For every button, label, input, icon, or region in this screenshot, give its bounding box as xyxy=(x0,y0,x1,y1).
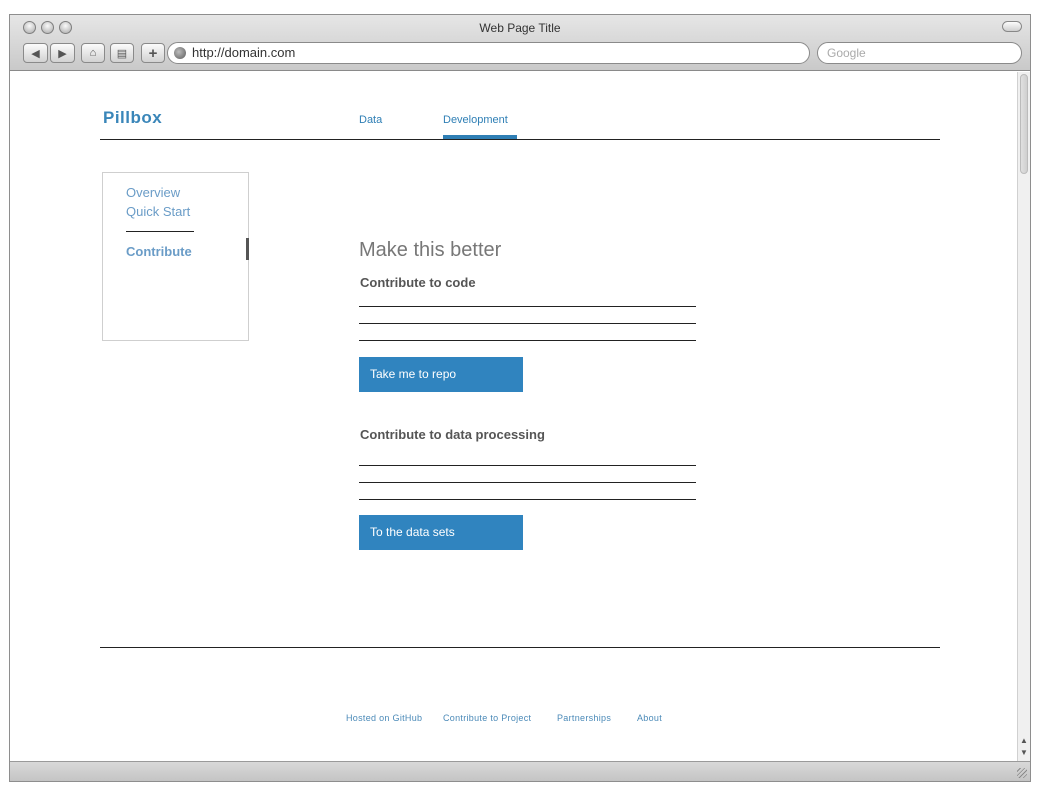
status-bar xyxy=(10,761,1030,781)
scroll-down-icon[interactable]: ▼ xyxy=(1019,748,1029,757)
scrollbar-thumb[interactable] xyxy=(1020,74,1028,174)
back-arrow-icon: ◀ xyxy=(31,47,40,60)
forward-arrow-icon: ▶ xyxy=(58,47,67,60)
search-field[interactable]: Google xyxy=(817,42,1022,64)
sidebar-active-marker xyxy=(246,238,249,260)
back-button[interactable]: ◀ xyxy=(23,43,48,63)
sidebar-nav: Overview Quick Start Contribute xyxy=(102,172,249,341)
nav-data[interactable]: Data xyxy=(359,114,382,126)
footer-divider xyxy=(100,647,940,648)
section-title-code: Contribute to code xyxy=(360,275,476,290)
browser-titlebar: Web Page Title ◀ ▶ ⌂ ▤ + http://domain.c… xyxy=(10,15,1030,71)
nav-development[interactable]: Development xyxy=(443,114,508,126)
print-button[interactable]: ▤ xyxy=(110,43,134,63)
vertical-scrollbar[interactable]: ▲ ▼ xyxy=(1017,72,1030,761)
site-logo[interactable]: Pillbox xyxy=(103,108,162,128)
scroll-up-icon[interactable]: ▲ xyxy=(1019,736,1029,745)
window-title: Web Page Title xyxy=(479,21,561,35)
sidebar-item-overview[interactable]: Overview xyxy=(126,185,180,200)
search-placeholder: Google xyxy=(827,46,866,60)
text-line xyxy=(359,306,696,307)
resize-grip-icon[interactable] xyxy=(1017,768,1027,778)
browser-window: Web Page Title ◀ ▶ ⌂ ▤ + http://domain.c… xyxy=(9,14,1031,782)
take-me-to-repo-button[interactable]: Take me to repo xyxy=(359,357,523,392)
footer-link-hosted-on-github[interactable]: Hosted on GitHub xyxy=(346,713,422,723)
to-the-data-sets-button[interactable]: To the data sets xyxy=(359,515,523,550)
plus-icon: + xyxy=(148,44,158,62)
text-line xyxy=(359,482,696,483)
page-title: Make this better xyxy=(359,239,502,261)
header-divider xyxy=(100,139,940,140)
printer-icon: ▤ xyxy=(116,47,128,60)
footer-link-about[interactable]: About xyxy=(637,713,662,723)
sidebar-item-quick-start[interactable]: Quick Start xyxy=(126,204,190,219)
text-line xyxy=(359,340,696,341)
url-text: http://domain.com xyxy=(192,45,296,60)
sidebar-divider xyxy=(126,231,194,232)
globe-icon xyxy=(174,47,186,59)
text-line xyxy=(359,323,696,324)
address-bar[interactable]: http://domain.com xyxy=(167,42,810,64)
home-icon: ⌂ xyxy=(89,47,97,59)
forward-button[interactable]: ▶ xyxy=(50,43,75,63)
text-line xyxy=(359,499,696,500)
toolbar-toggle-button[interactable] xyxy=(1002,21,1022,32)
footer-link-partnerships[interactable]: Partnerships xyxy=(557,713,611,723)
section-title-data-processing: Contribute to data processing xyxy=(360,427,545,442)
footer-link-contribute-to-project[interactable]: Contribute to Project xyxy=(443,713,531,723)
text-line xyxy=(359,465,696,466)
add-bookmark-button[interactable]: + xyxy=(141,43,165,63)
sidebar-item-contribute[interactable]: Contribute xyxy=(126,244,192,259)
home-button[interactable]: ⌂ xyxy=(81,43,105,63)
